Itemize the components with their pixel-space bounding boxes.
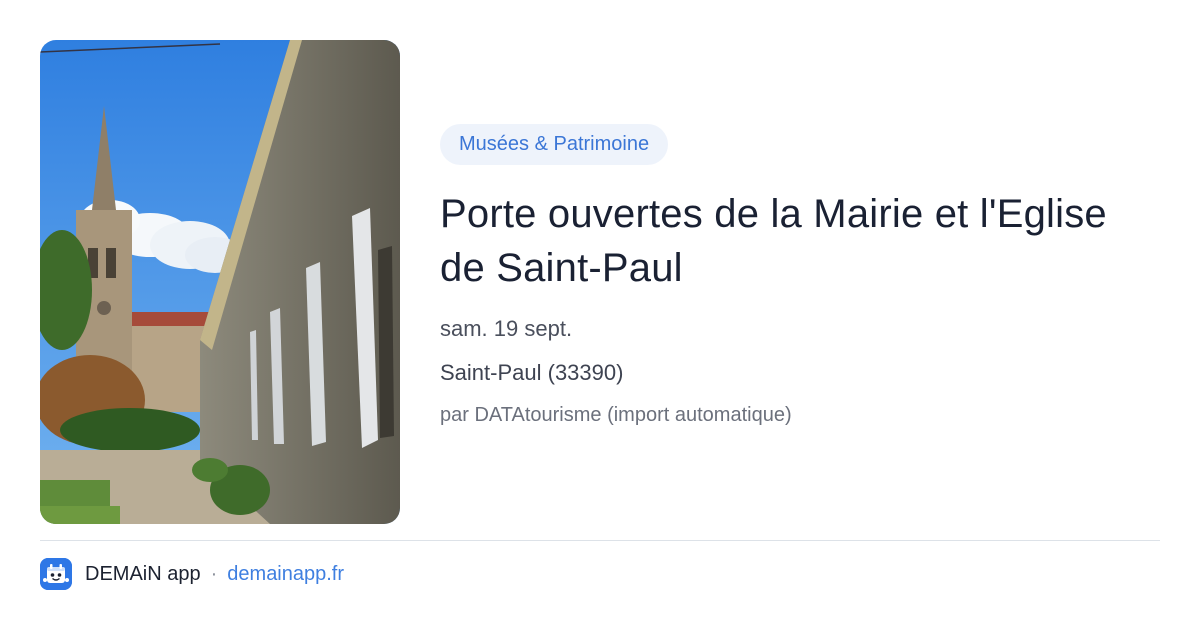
event-photo (40, 40, 400, 524)
footer: DEMAiN app · demainapp.fr (40, 558, 344, 590)
app-url-link[interactable]: demainapp.fr (227, 563, 344, 586)
app-name[interactable]: DEMAiN app (85, 563, 201, 586)
event-date: sam. 19 sept. (440, 316, 573, 341)
footer-divider (40, 540, 1160, 541)
footer-separator: · (210, 562, 218, 585)
event-title[interactable]: Porte ouvertes de la Mairie et l'Eglise … (440, 187, 1160, 295)
event-location: Saint-Paul (33390) (440, 360, 624, 385)
event-info: Musées & Patrimoine Porte ouvertes de la… (440, 124, 1160, 426)
demain-app-logo-icon[interactable] (40, 558, 72, 590)
event-source: par DATAtourisme (import automatique) (440, 404, 792, 426)
category-badge[interactable]: Musées & Patrimoine (440, 124, 669, 165)
